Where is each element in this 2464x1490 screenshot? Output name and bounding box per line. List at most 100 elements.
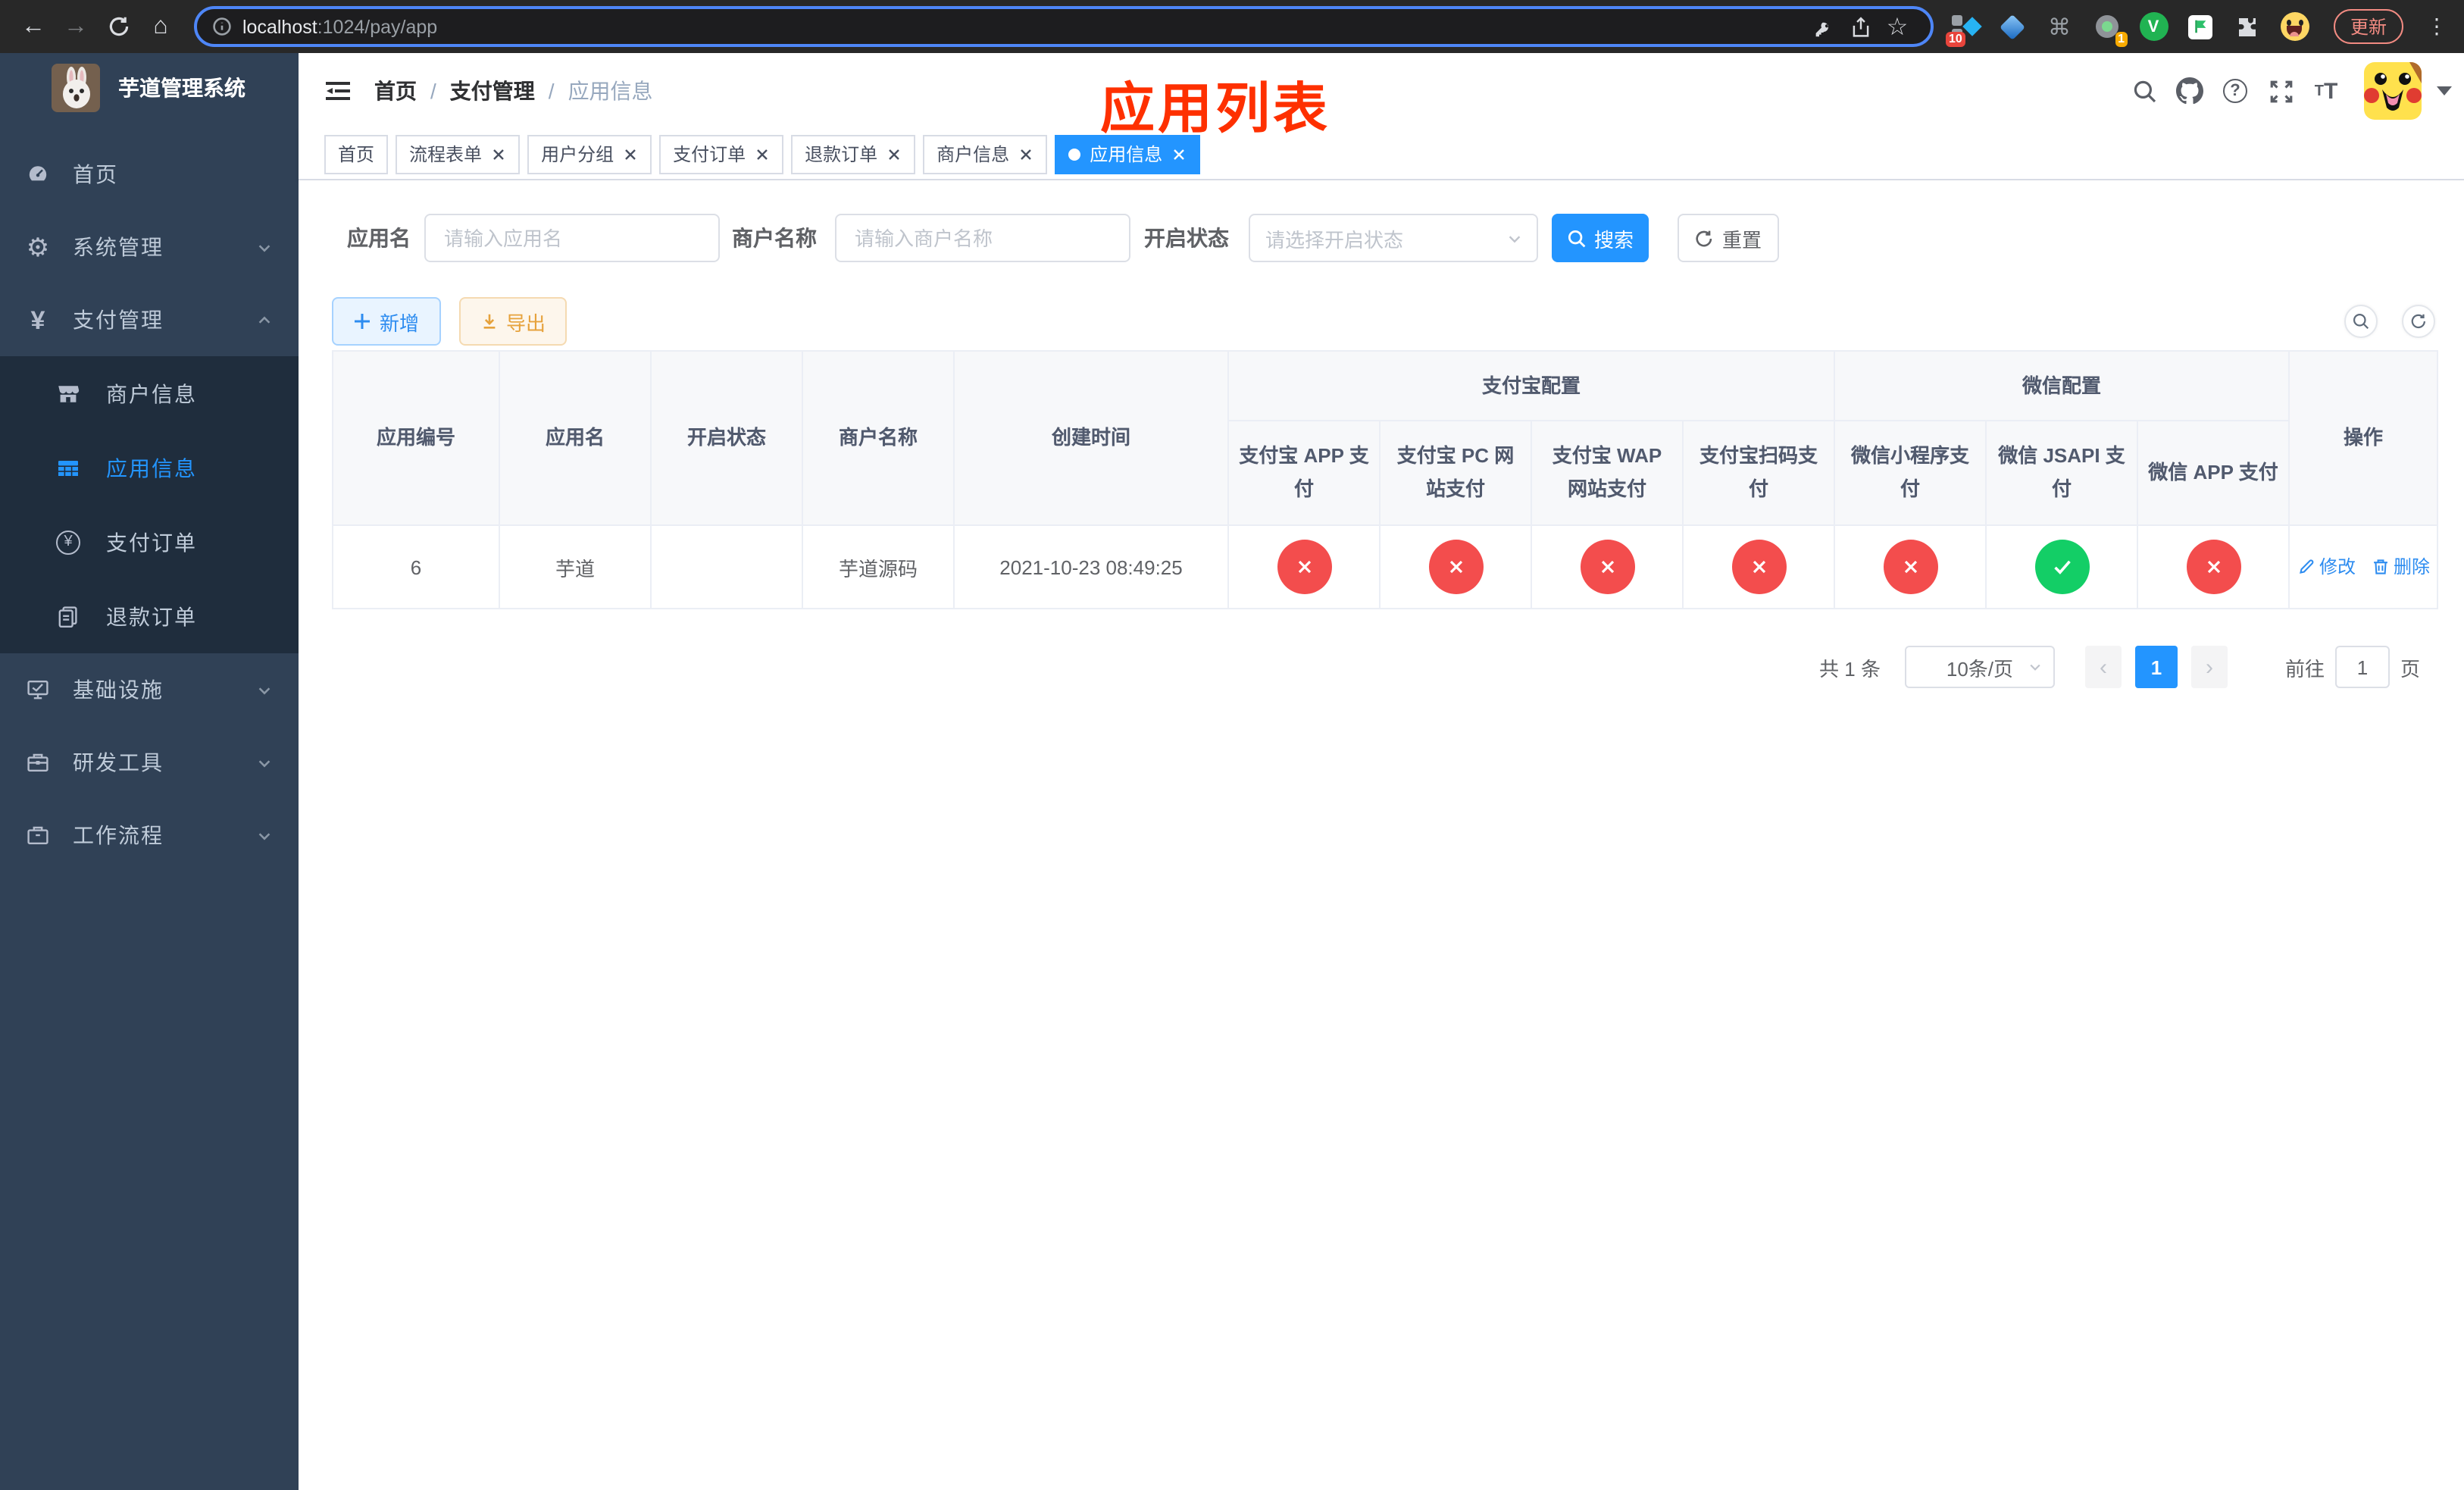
share-icon[interactable] [1843,8,1879,45]
cell-app-id: 6 [332,524,500,609]
browser-home-icon[interactable]: ⌂ [139,5,182,48]
documents-icon [56,604,80,628]
add-button[interactable]: 新增 [332,297,441,346]
extension-command-icon[interactable]: ⌘ [2043,10,2076,43]
status-select-placeholder: 请选择开启状态 [1265,228,1404,251]
screen: ← → ⌂ localhost:1024/pay/app ☆ 10 ⌘ 1 V … [0,0,2464,1490]
sidebar-item-refund-orders[interactable]: 退款订单 [0,579,299,653]
sidebar: 芋道管理系统 首页 ⚙ 系统管理 ¥ 支付管理 商户信息 应用信息 ¥ 支付订单… [0,53,299,1490]
profile-avatar-icon[interactable] [2278,10,2311,43]
sidebar-collapse-icon[interactable] [321,74,355,108]
sidebar-item-workflow[interactable]: 工作流程 [0,799,299,872]
url-bar[interactable]: localhost:1024/pay/app ☆ [194,6,1934,47]
reset-button[interactable]: 重置 [1678,214,1779,262]
extension-vue-icon[interactable]: V [2137,10,2170,43]
goto-page-input[interactable] [2335,646,2390,688]
github-icon[interactable] [2167,68,2212,114]
next-page-button[interactable]: › [2190,646,2228,688]
password-key-icon[interactable] [1806,8,1843,45]
chrome-update-button[interactable]: 更新 [2334,9,2404,44]
close-icon[interactable] [755,146,770,161]
site-info-icon[interactable] [212,17,232,36]
breadcrumb-home[interactable]: 首页 [374,76,417,106]
prev-page-button[interactable]: ‹ [2084,646,2122,688]
bookmark-star-icon[interactable]: ☆ [1879,8,1915,45]
close-icon[interactable] [1171,146,1187,161]
sidebar-item-label: 应用信息 [106,455,197,480]
breadcrumb-payment[interactable]: 支付管理 [450,76,535,106]
browser-forward-icon[interactable]: → [55,5,97,48]
sidebar-item-merchant-info[interactable]: 商户信息 [0,356,299,430]
sidebar-item-home[interactable]: 首页 [0,138,299,211]
user-avatar[interactable] [2364,62,2422,120]
status-select[interactable]: 请选择开启状态 [1249,214,1538,262]
edit-button[interactable]: 修改 [2297,554,2356,580]
current-page-button[interactable]: 1 [2134,646,2178,688]
extensions-puzzle-icon[interactable] [2231,10,2264,43]
sidebar-item-pay-orders[interactable]: ¥ 支付订单 [0,505,299,579]
refresh-icon [1696,230,1713,246]
browser-reload-icon[interactable] [97,5,139,48]
tab-label: 用户分组 [541,144,614,165]
tab-label: 首页 [338,144,375,165]
extension-flag-icon[interactable] [2184,10,2217,43]
sidebar-item-system[interactable]: ⚙ 系统管理 [0,211,299,283]
sidebar-item-app-info[interactable]: 应用信息 [0,430,299,505]
tab-pay-orders[interactable]: 支付订单 [659,134,784,174]
search-button[interactable]: 搜索 [1552,214,1649,262]
plus-icon [355,314,371,329]
sidebar-item-label: 支付订单 [106,530,197,554]
export-button[interactable]: 导出 [459,297,567,346]
tab-app-info[interactable]: 应用信息 [1055,134,1201,174]
tab-user-group[interactable]: 用户分组 [527,134,652,174]
briefcase-icon [26,823,50,847]
status-alipay-app [1277,540,1331,594]
merchant-name-input[interactable] [835,214,1130,262]
breadcrumb: 首页 / 支付管理 / 应用信息 [374,76,653,106]
tab-merchant-info[interactable]: 商户信息 [923,134,1048,174]
tab-home[interactable]: 首页 [324,134,389,174]
sidebar-logo[interactable]: 芋道管理系统 [0,53,299,123]
fullscreen-icon[interactable] [2258,68,2303,114]
filter-form: 应用名 商户名称 开启状态 请选择开启状态 搜索 [332,214,2438,262]
close-icon[interactable] [491,146,506,161]
font-size-icon[interactable]: TT [2303,68,2349,114]
refresh-table-button[interactable] [2402,305,2436,338]
close-icon[interactable] [886,146,902,161]
search-icon[interactable] [2122,68,2167,114]
status-wx-app [2186,540,2241,594]
payment-submenu: 商户信息 应用信息 ¥ 支付订单 退款订单 [0,356,299,653]
col-header-alipay-wap: 支付宝 WAP 网站支付 [1531,420,1684,526]
cell-app-name: 芋道 [499,524,652,609]
chevron-down-icon [256,754,273,771]
sidebar-item-dev-tools[interactable]: 研发工具 [0,726,299,799]
tab-label: 商户信息 [937,144,1010,165]
page-size-select[interactable]: 10条/页 [1904,646,2055,688]
col-group-wechat: 微信配置 [1834,350,2290,421]
delete-button[interactable]: 删除 [2371,554,2430,580]
extension-grid-icon[interactable]: 10 [1946,10,1982,46]
toggle-search-button[interactable] [2344,305,2378,338]
close-icon[interactable] [1018,146,1033,161]
help-icon[interactable]: ? [2212,68,2258,114]
extension-kite-icon[interactable] [1996,10,2029,43]
app-name-input[interactable] [424,214,720,262]
active-dot [1068,148,1081,160]
avatar-caret-icon[interactable] [2437,86,2453,95]
sidebar-item-payment[interactable]: ¥ 支付管理 [0,283,299,356]
col-header-ops: 操作 [2288,350,2439,526]
chevron-up-icon [256,311,273,328]
gear-icon: ⚙ [26,233,50,261]
tab-process-form[interactable]: 流程表单 [396,134,521,174]
extension-badge: 1 [2115,31,2128,46]
extension-recorder-icon[interactable]: 1 [2090,10,2128,46]
toolbox-icon [26,750,50,775]
sidebar-item-infrastructure[interactable]: 基础设施 [0,653,299,726]
browser-back-icon[interactable]: ← [12,5,55,48]
close-icon[interactable] [623,146,638,161]
chevron-down-icon [2028,659,2043,675]
status-wx-mini [1883,540,1938,594]
tab-refund-orders[interactable]: 退款订单 [791,134,916,174]
top-navbar: 首页 / 支付管理 / 应用信息 应用列表 ? T T [299,53,2464,139]
browser-menu-icon[interactable]: ⋮ [2426,14,2447,39]
